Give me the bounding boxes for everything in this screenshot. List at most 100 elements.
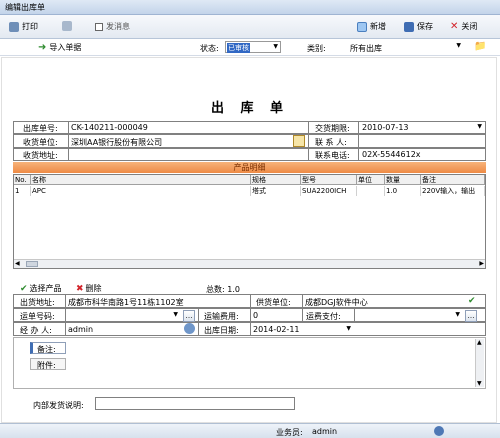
freight-label-cell: 运输费用: xyxy=(198,309,250,321)
col-model[interactable]: 型号 xyxy=(301,175,357,185)
close-icon: ✕ xyxy=(450,21,459,32)
order-no-label: 出库单号: xyxy=(23,124,58,133)
supplier-field[interactable]: 成都DGJ软件中心 xyxy=(302,295,462,307)
preview-icon xyxy=(62,21,72,31)
ship-addr-field[interactable]: 成都市科华南路1号11栋1102室 xyxy=(65,295,250,307)
receiver-label: 收货单位: xyxy=(23,138,58,147)
category-select[interactable]: 所有出库 ▼ xyxy=(348,41,463,53)
handler-field[interactable]: admin xyxy=(65,323,180,335)
supplier-label-cell: 供货单位: xyxy=(250,295,302,307)
scroll-left-icon[interactable]: ◀ xyxy=(15,260,20,267)
table-header: No. 名称 规格 型号 单位 数量 备注 xyxy=(14,175,485,185)
remarks-panel: 备注: 附件: ▲ ▼ xyxy=(13,337,486,389)
receiver-field[interactable]: 深圳AA银行股份有限公司 xyxy=(68,135,290,147)
new-doc-icon xyxy=(357,21,367,32)
tab-attachment[interactable]: 附件: xyxy=(30,358,66,370)
chevron-down-icon: ▼ xyxy=(346,325,351,332)
clerk-label: 业务员: xyxy=(276,428,303,437)
internal-note-field[interactable] xyxy=(95,397,295,410)
scroll-down-icon[interactable]: ▼ xyxy=(477,380,482,387)
user-icon[interactable] xyxy=(434,426,444,436)
delete-button[interactable]: ✖ 删除 xyxy=(76,283,102,294)
delete-icon: ✖ xyxy=(76,283,84,294)
date-picker[interactable]: 2014-02-11 ▼ xyxy=(250,323,354,335)
contact-label: 联 系 人: xyxy=(315,138,347,147)
import-arrow-icon: ➜ xyxy=(38,42,47,53)
confirm-check-icon[interactable]: ✔ xyxy=(468,296,476,306)
vertical-scrollbar[interactable]: ▲ ▼ xyxy=(475,339,484,387)
col-note[interactable]: 备注 xyxy=(421,175,485,185)
clerk-value: admin xyxy=(312,427,338,436)
user-picker-icon[interactable] xyxy=(184,323,195,334)
address-field[interactable] xyxy=(68,149,308,160)
product-detail-header: 产品明细 xyxy=(13,162,486,173)
date-label-cell: 出库日期: xyxy=(198,323,250,335)
phone-field[interactable]: 02X-5544612x xyxy=(358,149,485,160)
freight-label: 运输费用: xyxy=(204,312,239,321)
page-title: 出 库 单 xyxy=(210,101,290,116)
printer-icon xyxy=(9,21,19,32)
select-product-button[interactable]: ✔ 选择产品 xyxy=(20,283,62,294)
internal-note-label: 内部发货说明: xyxy=(33,401,84,410)
chevron-down-icon: ▼ xyxy=(173,311,178,318)
scroll-thumb[interactable] xyxy=(26,261,38,267)
category-label: 类别: xyxy=(307,44,326,53)
ship-addr-label: 出货地址: xyxy=(20,298,55,307)
table-row[interactable]: 1 APC 塔式 SUA2200ICH 1.0 220V输入，输出 xyxy=(14,186,485,196)
waybill-field[interactable]: ▼ xyxy=(65,309,180,321)
product-table: No. 名称 规格 型号 单位 数量 备注 1 APC 塔式 SUA2200IC… xyxy=(13,174,486,269)
new-button[interactable]: 新增 xyxy=(357,21,386,32)
scroll-up-icon[interactable]: ▲ xyxy=(477,339,482,346)
status-label: 状态: xyxy=(200,44,219,53)
status-select[interactable]: 已审核 ▼ xyxy=(225,41,281,53)
filter-bar: ➜ 导入单据 状态: 已审核 ▼ 类别: 所有出库 ▼ 📁 xyxy=(0,39,500,56)
phone-label: 联系电话: xyxy=(315,151,350,160)
horizontal-scrollbar[interactable]: ◀ ▶ xyxy=(14,259,485,268)
toolbar: 打印 发消息 新增 保存 ✕ 关闭 xyxy=(0,15,500,39)
check-icon: ✔ xyxy=(20,283,28,294)
title-bar: 编辑出库单 xyxy=(0,0,500,15)
status-bar: 业务员: admin xyxy=(0,423,500,438)
handler-label: 经 办 人: xyxy=(20,326,52,335)
col-unit[interactable]: 单位 xyxy=(357,175,385,185)
col-name[interactable]: 名称 xyxy=(31,175,251,185)
checkbox-icon xyxy=(95,22,103,31)
scroll-right-icon[interactable]: ▶ xyxy=(479,260,484,267)
contact-field[interactable] xyxy=(358,135,485,147)
pay-field[interactable]: ▼ xyxy=(354,309,462,321)
supplier-label: 供货单位: xyxy=(256,298,291,307)
col-qty[interactable]: 数量 xyxy=(385,175,421,185)
order-no-field[interactable]: CK-140211-000049 xyxy=(68,122,308,133)
chevron-down-icon: ▼ xyxy=(456,42,461,49)
import-button[interactable]: ➜ 导入单据 xyxy=(38,42,81,53)
chevron-down-icon: ▼ xyxy=(455,311,460,318)
address-label: 收货地址: xyxy=(23,151,58,160)
print-button[interactable]: 打印 xyxy=(9,21,38,32)
waybill-label: 运单号码: xyxy=(20,312,55,321)
address-book-icon[interactable] xyxy=(293,135,305,147)
col-no[interactable]: No. xyxy=(14,175,31,185)
due-label-cell: 交货期限: xyxy=(308,122,358,133)
chevron-down-icon: ▼ xyxy=(273,43,278,50)
chevron-down-icon: ▼ xyxy=(477,123,482,130)
save-icon xyxy=(404,21,414,32)
phone-label-cell: 联系电话: xyxy=(308,149,358,160)
due-label: 交货期限: xyxy=(315,124,350,133)
pay-label: 运费支付: xyxy=(306,312,341,321)
save-button[interactable]: 保存 xyxy=(404,21,433,32)
tab-remark[interactable]: 备注: xyxy=(30,342,66,354)
col-spec[interactable]: 规格 xyxy=(251,175,301,185)
due-date-picker[interactable]: 2010-07-13 ▼ xyxy=(358,122,485,133)
remarks-textarea[interactable] xyxy=(68,342,468,386)
window-title: 编辑出库单 xyxy=(5,3,45,12)
send-message-checkbox[interactable]: 发消息 xyxy=(95,21,130,32)
freight-field[interactable]: 0 xyxy=(250,309,302,321)
contact-label-cell: 联 系 人: xyxy=(308,135,358,147)
folder-icon[interactable]: 📁 xyxy=(474,41,486,52)
date-label: 出库日期: xyxy=(204,326,239,335)
print-preview-button[interactable] xyxy=(62,21,72,31)
close-button[interactable]: ✕ 关闭 xyxy=(450,21,477,32)
pay-browse-button[interactable]: … xyxy=(465,310,477,322)
waybill-browse-button[interactable]: … xyxy=(183,310,195,322)
pay-label-cell: 运费支付: xyxy=(302,309,354,321)
